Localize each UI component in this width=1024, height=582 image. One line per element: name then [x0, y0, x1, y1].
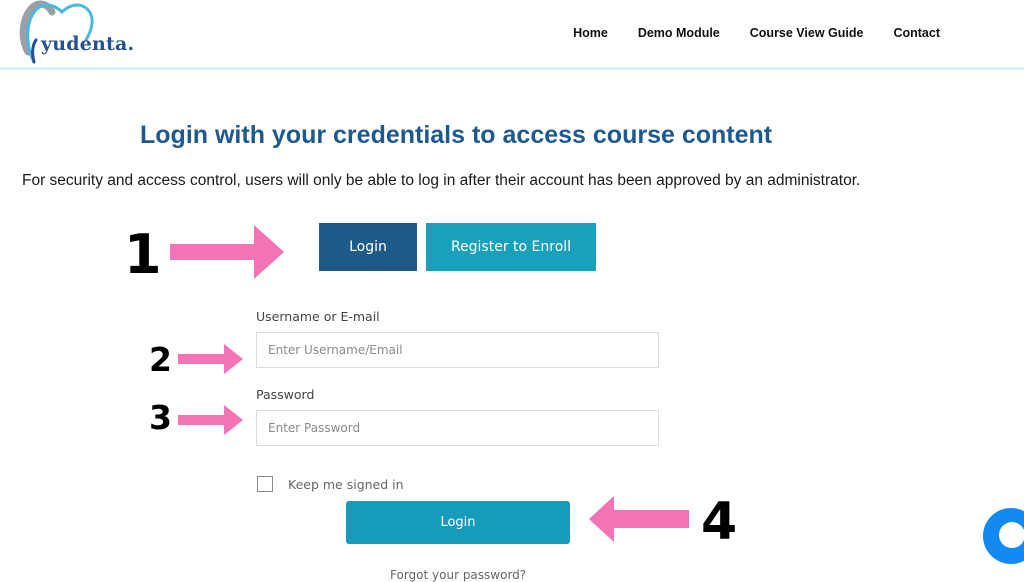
- site-header: yudenta. Home Demo Module Course View Gu…: [0, 0, 1024, 70]
- chat-widget-button[interactable]: [983, 508, 1024, 564]
- step-number-1: 1: [124, 223, 162, 286]
- page-title: Login with your credentials to access co…: [140, 121, 773, 149]
- tab-login[interactable]: Login: [319, 223, 417, 271]
- step-number-4: 4: [701, 492, 738, 552]
- arrow-right-icon: [178, 344, 243, 374]
- arrow-left-icon: [589, 496, 689, 542]
- password-label: Password: [256, 387, 315, 402]
- forgot-password-link[interactable]: Forgot your password?: [390, 568, 526, 582]
- login-submit-button[interactable]: Login: [346, 501, 570, 544]
- keep-signed-in-checkbox[interactable]: [257, 476, 273, 492]
- site-logo[interactable]: yudenta.: [14, 0, 154, 68]
- username-input[interactable]: [256, 332, 659, 368]
- keep-signed-in-label: Keep me signed in: [288, 477, 404, 492]
- step-number-3: 3: [149, 398, 172, 437]
- nav-item-contact[interactable]: Contact: [893, 26, 940, 40]
- page-subtitle: For security and access control, users w…: [22, 172, 861, 189]
- step-number-2: 2: [149, 340, 172, 379]
- username-label: Username or E-mail: [256, 309, 380, 324]
- nav-item-demo-module[interactable]: Demo Module: [638, 26, 720, 40]
- arrow-right-icon: [178, 405, 243, 435]
- tab-register-to-enroll[interactable]: Register to Enroll: [426, 223, 596, 271]
- main-nav: Home Demo Module Course View Guide Conta…: [573, 26, 940, 40]
- nav-item-course-view-guide[interactable]: Course View Guide: [750, 26, 864, 40]
- password-input[interactable]: [256, 410, 659, 446]
- arrow-right-icon: [170, 225, 284, 279]
- nav-item-home[interactable]: Home: [573, 26, 608, 40]
- chat-bubble-icon: [999, 522, 1024, 548]
- logo-text: yudenta.: [41, 33, 135, 55]
